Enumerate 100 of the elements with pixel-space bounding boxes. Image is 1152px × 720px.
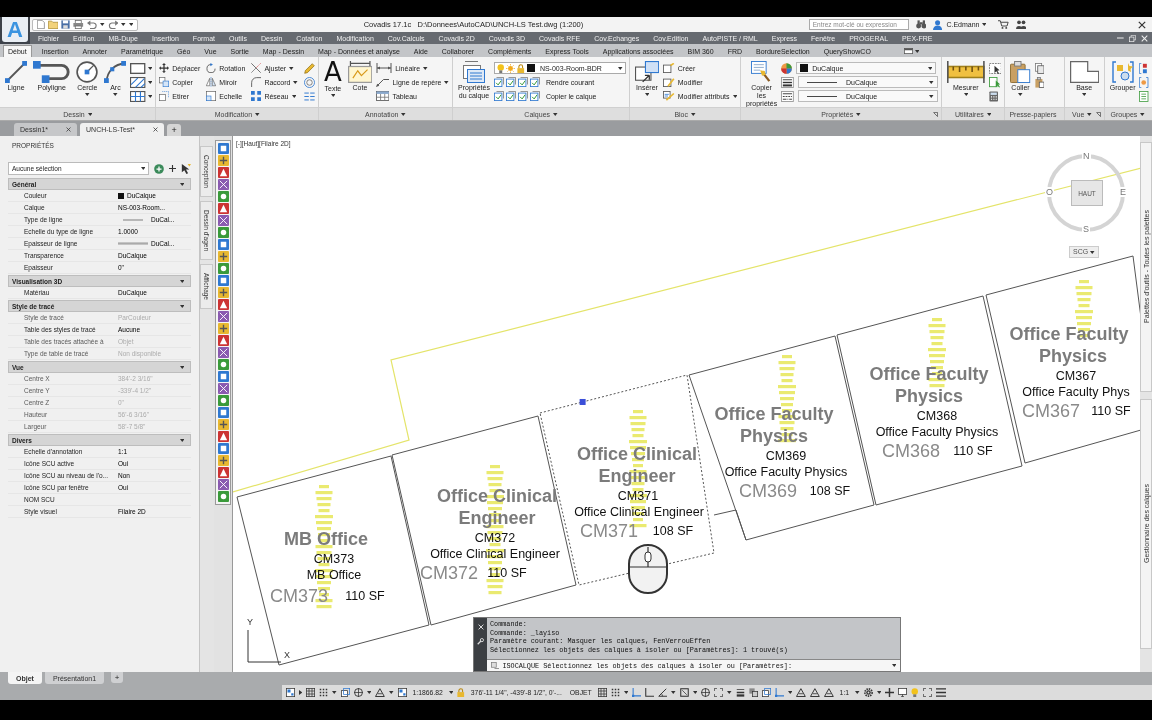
cross-tile-icon[interactable] [217,347,229,358]
object-snap-icon[interactable] [679,688,689,697]
layer-tool-icon[interactable] [493,77,504,87]
overlap-squares-icon[interactable] [761,688,771,697]
triangle-tile-icon[interactable] [217,167,229,178]
bulb-icon[interactable] [911,688,919,697]
binoculars-icon[interactable] [915,20,927,29]
caret-icon[interactable] [389,691,394,694]
add-circle-icon[interactable] [154,163,164,174]
monitor-icon[interactable] [898,688,908,697]
caret-icon[interactable] [692,691,698,694]
caret-icon[interactable] [299,690,303,695]
plus-icon[interactable] [169,165,176,172]
line-weight-icon[interactable] [781,76,794,88]
square-tile-icon[interactable] [217,275,229,286]
corners-icon[interactable] [714,688,724,697]
close-icon[interactable] [1138,20,1146,29]
user-icon[interactable] [933,19,943,30]
launcher-icon[interactable] [932,111,938,117]
cross-tile-icon[interactable] [217,179,229,190]
caret-icon[interactable] [727,691,732,694]
caret-icon[interactable] [671,691,676,694]
square-tile-icon[interactable] [217,407,229,418]
tool-button[interactable] [130,61,153,75]
plus-tile-icon[interactable] [217,455,229,466]
polar-angle-icon[interactable] [658,688,668,697]
layer-tool-icon[interactable] [529,77,540,87]
line-weight-icon[interactable] [735,688,745,697]
caret-icon[interactable] [876,691,882,694]
plus-tile-icon[interactable] [217,287,229,298]
color-wheel-icon[interactable] [781,62,793,74]
cross-tile-icon[interactable] [217,479,229,490]
triangle-tile-icon[interactable] [217,299,229,310]
people-icon[interactable] [1015,20,1026,29]
caret-icon[interactable] [787,691,793,694]
plus-tile-icon[interactable] [217,419,229,430]
layer-tool-icon[interactable] [505,91,516,101]
caret-icon[interactable] [855,691,860,694]
triangle-tile-icon[interactable] [217,467,229,478]
circle-tile-icon[interactable] [217,227,229,238]
tool-button[interactable] [130,75,153,89]
menu-icon[interactable] [935,688,947,697]
triangle-tile-icon[interactable] [217,335,229,346]
triangle-icon[interactable] [823,688,834,697]
ortho-icon[interactable] [645,688,655,697]
crosshair-icon[interactable] [701,688,711,697]
cross-tile-icon[interactable] [217,215,229,226]
square-tile-icon[interactable] [217,239,229,250]
overlap-squares-icon[interactable] [340,688,350,697]
layer-tool-icon[interactable] [505,77,516,87]
circle-tile-icon[interactable] [217,491,229,502]
layer-tool-icon[interactable] [517,91,528,101]
cross-tile-icon[interactable] [217,383,229,394]
triangle-tile-icon[interactable] [217,431,229,442]
cart-icon[interactable] [998,20,1009,29]
viewport-icon[interactable] [286,688,295,697]
restore-icon[interactable] [1129,34,1136,42]
wrench-icon[interactable] [477,638,484,645]
circle-tile-icon[interactable] [217,263,229,274]
layer-tool-icon[interactable] [517,77,528,87]
grid-icon[interactable] [597,688,607,697]
layer-tool-icon[interactable] [493,91,504,101]
dot-grid-icon[interactable] [319,688,329,697]
plus-tile-icon[interactable] [217,251,229,262]
transparency-icon[interactable] [748,688,758,697]
caret-icon[interactable] [332,691,337,694]
plus-tile-icon[interactable] [217,155,229,166]
square-tile-icon[interactable] [217,443,229,454]
launcher-icon[interactable] [1095,111,1101,117]
square-tile-icon[interactable] [217,371,229,382]
plus-tile-icon[interactable] [217,323,229,334]
gear-icon[interactable] [863,688,873,697]
circle-tile-icon[interactable] [217,395,229,406]
close-icon[interactable] [66,127,71,132]
printer-icon[interactable] [73,20,84,29]
tool-button[interactable] [988,61,1002,75]
cross-tile-icon[interactable] [217,311,229,322]
circle-tile-icon[interactable] [217,359,229,370]
redo-icon[interactable] [107,20,119,29]
crosshair-icon[interactable] [353,688,363,697]
caret-icon[interactable] [100,23,105,26]
new-layout-button[interactable]: + [111,672,124,683]
grid-icon[interactable] [306,688,316,697]
caret-icon[interactable] [623,691,629,694]
square-tile-icon[interactable] [217,143,229,154]
close-icon[interactable] [153,127,159,132]
fullscreen-icon[interactable] [922,688,932,697]
cursor-icon[interactable] [181,163,191,174]
caret-icon[interactable] [366,691,372,694]
viewport-icon[interactable] [397,688,407,697]
plus-icon[interactable] [885,688,895,697]
layer-tool-icon[interactable] [529,91,540,101]
triangle-tile-icon[interactable] [217,203,229,214]
caret-icon[interactable] [448,691,454,694]
save-icon[interactable] [61,20,71,29]
line-type-icon[interactable] [781,90,794,102]
circle-tile-icon[interactable] [217,191,229,202]
new-tab-button[interactable]: + [167,124,182,136]
tool-button[interactable] [130,89,153,103]
undo-icon[interactable] [86,20,98,29]
